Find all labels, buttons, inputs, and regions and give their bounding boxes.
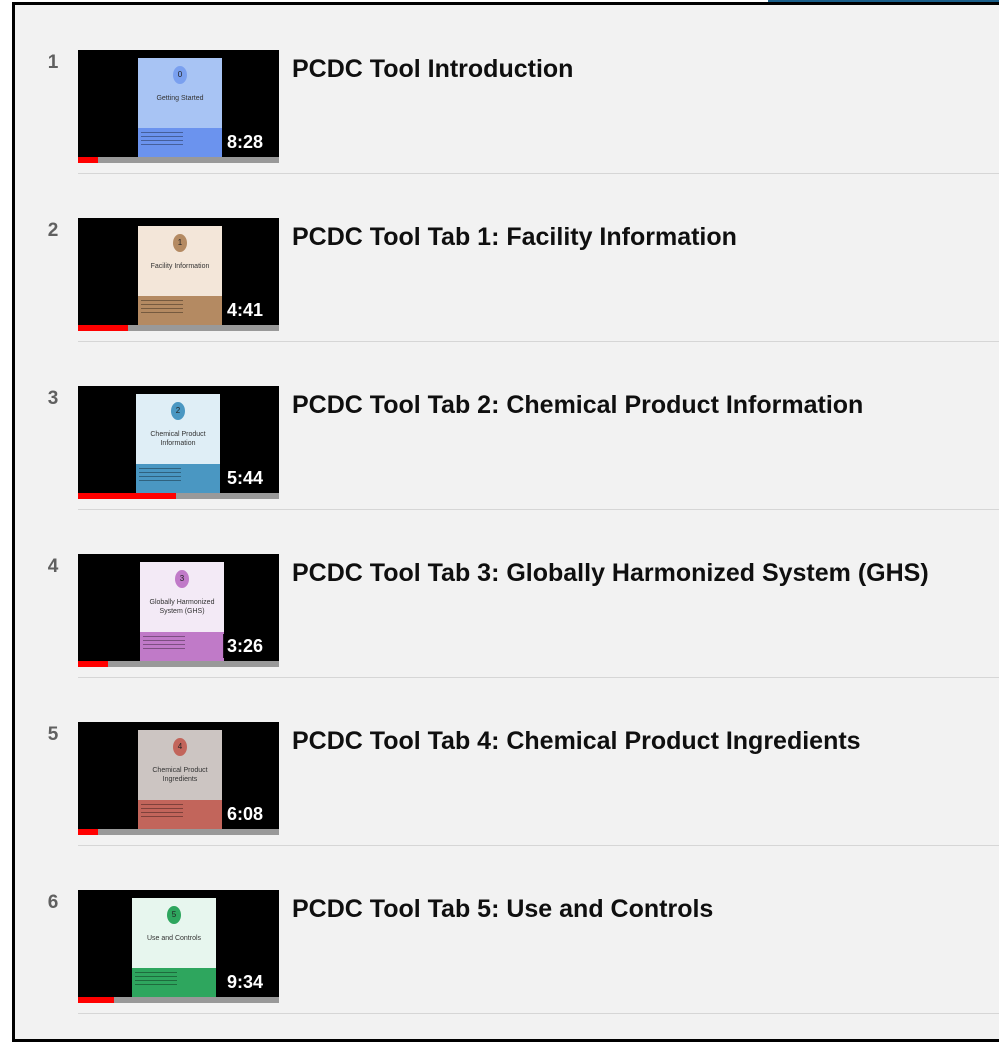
- playlist-item[interactable]: 4 3 Globally Harmonized System (GHS) 3:2…: [15, 509, 999, 678]
- slide-text-lines: [141, 804, 211, 820]
- watch-progress-fill: [78, 157, 99, 163]
- slide-preview: 0 Getting Started: [138, 58, 222, 162]
- slide-number-badge: 3: [175, 570, 189, 588]
- slide-text-lines: [139, 468, 209, 484]
- slide-number-badge: 1: [173, 234, 187, 252]
- video-duration: 6:08: [222, 802, 267, 826]
- video-title[interactable]: PCDC Tool Tab 2: Chemical Product Inform…: [292, 391, 863, 420]
- slide-preview: 1 Facility Information: [138, 226, 222, 330]
- playlist-item[interactable]: 5 4 Chemical Product Ingredients 6:08 PC…: [15, 677, 999, 846]
- video-title[interactable]: PCDC Tool Tab 4: Chemical Product Ingred…: [292, 727, 861, 756]
- watch-progress-fill: [78, 829, 99, 835]
- video-thumbnail[interactable]: 0 Getting Started 8:28: [78, 50, 279, 163]
- playlist-item[interactable]: 6 5 Use and Controls 9:34 PCDC Tool Tab …: [15, 845, 999, 1014]
- playlist-item[interactable]: 1 0 Getting Started 8:28 PCDC Tool Intro…: [15, 5, 999, 174]
- slide-preview: 2 Chemical Product Information: [136, 394, 220, 498]
- video-title[interactable]: PCDC Tool Introduction: [292, 55, 573, 84]
- watch-progress-track: [78, 661, 279, 667]
- slide-number-badge: 4: [173, 738, 187, 756]
- playlist-item-index: 5: [47, 724, 59, 745]
- playlist-item-index: 2: [47, 220, 59, 241]
- slide-caption: Use and Controls: [146, 935, 202, 942]
- row-divider: [78, 1013, 999, 1014]
- slide-number-badge: 2: [171, 402, 185, 420]
- watch-progress-fill: [78, 493, 177, 499]
- watch-progress-fill: [78, 661, 109, 667]
- video-duration: 8:28: [222, 130, 267, 154]
- slide-caption: Facility Information: [150, 263, 210, 270]
- slide-text-lines: [135, 972, 205, 988]
- slide-text-lines: [143, 636, 213, 652]
- slide-number-badge: 0: [173, 66, 187, 84]
- video-title[interactable]: PCDC Tool Tab 3: Globally Harmonized Sys…: [292, 559, 929, 588]
- playlist-item-index: 3: [47, 388, 59, 409]
- playlist-item[interactable]: 3 2 Chemical Product Information 5:44 PC…: [15, 341, 999, 510]
- playlist-item[interactable]: 2 1 Facility Information 4:41 PCDC Tool …: [15, 173, 999, 342]
- watch-progress-track: [78, 829, 279, 835]
- video-thumbnail[interactable]: 5 Use and Controls 9:34: [78, 890, 279, 1003]
- slide-caption: Globally Harmonized System (GHS): [149, 599, 215, 615]
- video-thumbnail[interactable]: 3 Globally Harmonized System (GHS) 3:26: [78, 554, 279, 667]
- watch-progress-track: [78, 157, 279, 163]
- slide-caption: Chemical Product Information: [150, 431, 206, 447]
- watch-progress-fill: [78, 997, 115, 1003]
- video-duration: 9:34: [222, 970, 267, 994]
- video-duration: 3:26: [222, 634, 267, 658]
- slide-number-badge: 5: [167, 906, 181, 924]
- video-duration: 5:44: [222, 466, 267, 490]
- slide-caption: Chemical Product Ingredients: [152, 767, 208, 783]
- video-thumbnail[interactable]: 1 Facility Information 4:41: [78, 218, 279, 331]
- video-title[interactable]: PCDC Tool Tab 5: Use and Controls: [292, 895, 713, 924]
- slide-text-lines: [141, 132, 211, 148]
- slide-preview: 4 Chemical Product Ingredients: [138, 730, 222, 834]
- playlist-item-index: 6: [47, 892, 59, 913]
- playlist-item-index: 4: [47, 556, 59, 577]
- playlist-item-index: 1: [47, 52, 59, 73]
- slide-preview: 5 Use and Controls: [132, 898, 216, 1002]
- playlist-panel: 1 0 Getting Started 8:28 PCDC Tool Intro…: [12, 2, 999, 1042]
- video-duration: 4:41: [222, 298, 267, 322]
- video-title[interactable]: PCDC Tool Tab 1: Facility Information: [292, 223, 737, 252]
- watch-progress-fill: [78, 325, 129, 331]
- video-thumbnail[interactable]: 4 Chemical Product Ingredients 6:08: [78, 722, 279, 835]
- slide-caption: Getting Started: [156, 95, 204, 102]
- video-thumbnail[interactable]: 2 Chemical Product Information 5:44: [78, 386, 279, 499]
- slide-preview: 3 Globally Harmonized System (GHS): [140, 562, 224, 666]
- slide-text-lines: [141, 300, 211, 316]
